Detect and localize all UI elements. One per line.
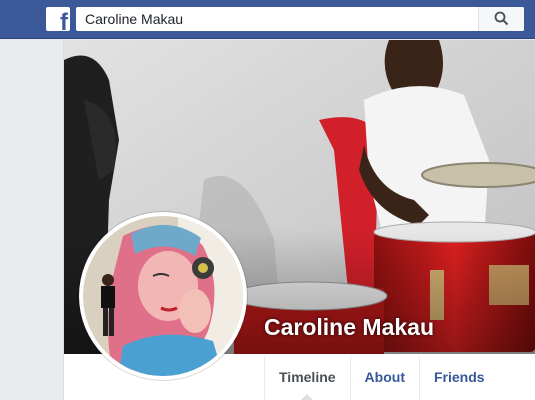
profile-picture-image — [83, 216, 243, 376]
search-input[interactable] — [76, 7, 478, 31]
tab-timeline[interactable]: Timeline — [264, 356, 350, 400]
tab-friends[interactable]: Friends — [418, 356, 499, 400]
profile-picture[interactable] — [79, 212, 247, 380]
search-icon — [494, 11, 509, 26]
facebook-logo[interactable]: f — [46, 7, 70, 31]
search-button[interactable] — [478, 7, 524, 31]
tab-about[interactable]: About — [349, 356, 419, 400]
top-bar: f — [0, 0, 535, 39]
search-bar — [76, 7, 524, 31]
profile-tabs: Timeline About Friends — [264, 356, 499, 400]
profile-name[interactable]: Caroline Makau — [264, 314, 434, 341]
